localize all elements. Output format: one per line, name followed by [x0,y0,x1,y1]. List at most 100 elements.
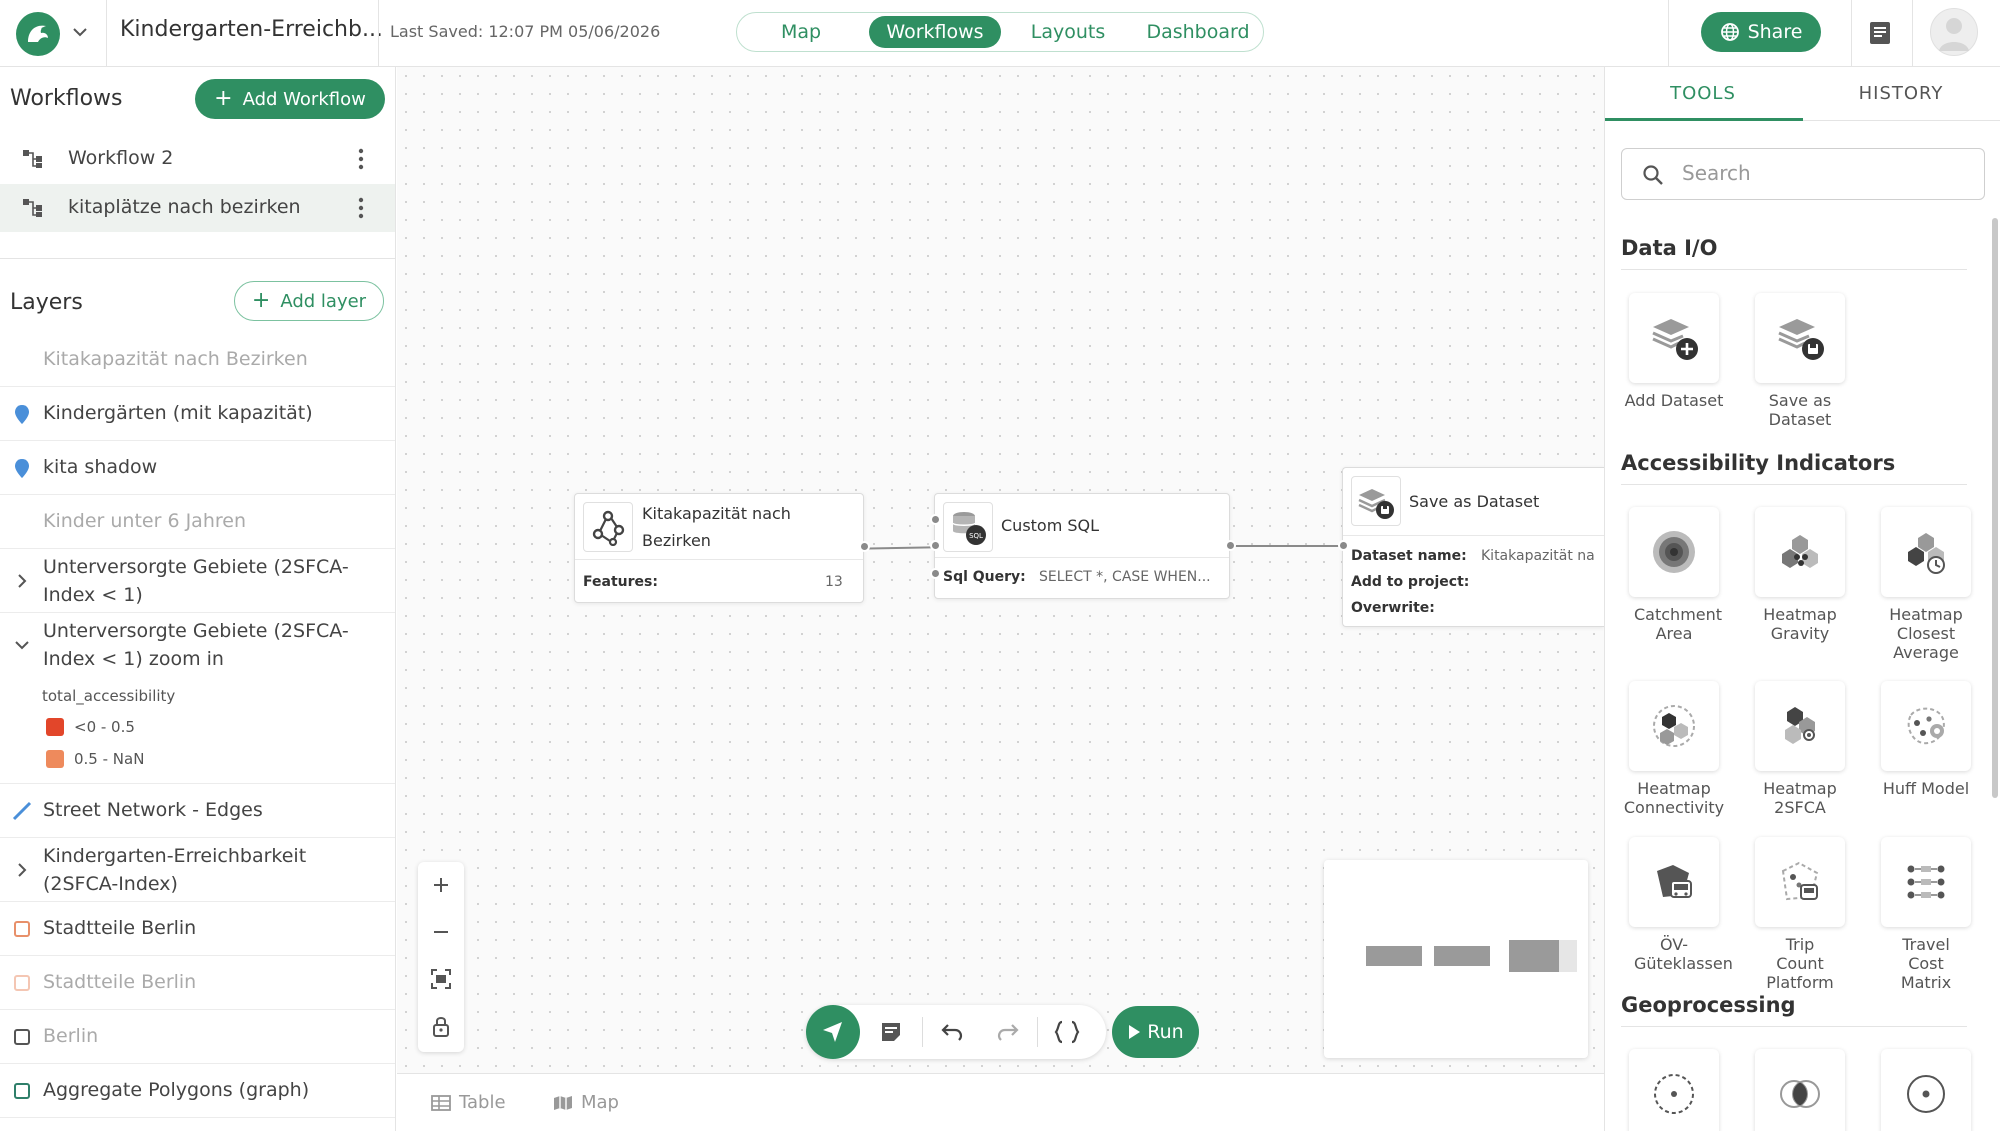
trip-count-icon [1755,837,1845,927]
add-workflow-button[interactable]: + Add Workflow [195,79,385,119]
toolbar-divider [922,1017,923,1047]
workflow-item[interactable]: Workflow 2 [0,135,395,183]
layer-item[interactable]: Unterversorgte Gebiete (2SFCA-Index < 1)… [0,613,395,677]
tool-oev-gueteklassen[interactable]: ÖV-Güteklassen [1619,837,1733,973]
node-source-layer[interactable]: Kitakapazität nach Bezirken Features: 13 [574,493,870,603]
more-options-icon[interactable] [357,147,365,171]
layer-item[interactable]: Stadtteile Berlin [0,956,395,1010]
input-handle[interactable] [1338,540,1349,551]
layer-item[interactable]: Unterversorgte Gebiete (2SFCA-Index < 1) [0,549,395,613]
app-logo-icon[interactable] [16,12,60,56]
workflow-item[interactable]: kitaplätze nach bezirken [0,184,395,232]
tool-huff-model[interactable]: Huff Model [1871,681,1981,798]
tool-add-dataset[interactable]: Add Dataset [1619,293,1729,410]
note-icon[interactable] [876,1017,906,1047]
tab-history[interactable]: HISTORY [1803,83,1999,104]
category-title: Accessibility Indicators [1621,451,1896,475]
tool-heatmap-2sfca[interactable]: Heatmap 2SFCA [1745,681,1855,817]
last-saved-text: Last Saved: 12:07 PM 05/06/2026 [390,22,661,41]
polygon-layer-icon [14,921,30,937]
layer-item[interactable]: kita shadow [0,441,395,495]
tool-heatmap-gravity[interactable]: Heatmap Gravity [1745,507,1855,643]
input-handle[interactable] [930,568,941,579]
chevron-right-icon[interactable] [12,571,32,591]
node-custom-sql[interactable]: SQL Custom SQL Sql Query: SELECT *, CASE… [930,493,1236,599]
minimap[interactable] [1324,860,1588,1058]
polygon-layer-icon [14,1083,30,1099]
layer-label: kita shadow [43,456,158,478]
select-tool-icon[interactable] [806,1005,860,1059]
redo-icon[interactable] [993,1017,1023,1047]
tab-map[interactable]: Map [741,16,861,48]
layers-title: Layers [10,290,83,315]
layer-item[interactable]: Kinder unter 6 Jahren [0,495,395,549]
fit-view-icon[interactable] [418,956,464,1002]
tab-layouts[interactable]: Layouts [1005,16,1131,48]
map-label: Map [581,1092,619,1113]
add-layer-button[interactable]: + Add layer [234,281,384,321]
table-toggle[interactable]: Table [431,1092,506,1113]
input-handle[interactable] [930,540,941,551]
sql-query-value: SELECT *, CASE WHEN... [1039,569,1211,585]
layer-item[interactable]: Stadtteile Berlin [0,902,395,956]
tool-heatmap-closest-average[interactable]: Heatmap Closest Average [1871,507,1981,662]
tool-save-dataset[interactable]: Save as Dataset [1745,293,1855,429]
layer-label: Kitakapazität nach Bezirken [43,348,308,370]
minimap-node [1509,940,1559,972]
lock-icon[interactable] [418,1003,464,1049]
legend-label: 0.5 - NaN [74,750,145,768]
run-button[interactable]: Run [1112,1006,1199,1058]
zoom-in-icon[interactable] [418,862,464,908]
tool-intersect[interactable] [1745,1049,1855,1131]
input-handle[interactable] [930,514,941,525]
layer-item[interactable]: Kindergarten-Erreichbarkeit (2SFCA-Index… [0,838,395,902]
zoom-out-icon[interactable] [418,909,464,955]
layer-item[interactable]: Kitakapazität nach Bezirken [0,333,395,387]
documentation-icon[interactable] [1868,20,1892,46]
tab-tools[interactable]: TOOLS [1605,83,1801,104]
tools-search-input[interactable]: Search [1621,148,1985,200]
tab-dashboard[interactable]: Dashboard [1135,16,1261,48]
more-options-icon[interactable] [357,196,365,220]
chevron-down-icon[interactable] [70,22,90,42]
project-title[interactable]: Kindergarten-Erreichb... [120,17,383,42]
share-button[interactable]: Share [1701,12,1821,52]
node-title: Save as Dataset [1409,492,1540,511]
map-toggle[interactable]: Map [553,1092,619,1113]
share-label: Share [1747,21,1803,43]
tool-trip-count-platform[interactable]: Trip Count Platform [1745,837,1855,992]
chevron-right-icon[interactable] [12,860,32,880]
chevron-down-icon[interactable] [12,635,32,655]
tool-heatmap-connectivity[interactable]: Heatmap Connectivity [1619,681,1729,817]
node-title: Kitakapazität nach Bezirken [642,504,791,550]
layer-item[interactable]: Berlin [0,1010,395,1064]
category-divider [1621,1026,1967,1027]
layer-label: Kindergärten (mit kapazität) [43,402,313,424]
tool-centroid[interactable] [1871,1049,1981,1131]
tools-scrollbar[interactable] [1992,218,1998,798]
variables-icon[interactable] [1052,1017,1082,1047]
workflows-title: Workflows [10,86,123,111]
node-save-dataset[interactable]: Save as Dataset Dataset name: Kitakapazi… [1338,467,1604,627]
layer-item[interactable]: Street Network - Edges [0,784,395,838]
layer-item[interactable]: Aggregate Polygons (graph) [0,1064,395,1118]
category-title: Geoprocessing [1621,993,1796,1017]
output-handle[interactable] [1225,540,1236,551]
minimap-viewport [1559,940,1577,972]
add-workflow-label: Add Workflow [242,88,366,110]
layer-item[interactable]: Kindergärten (mit kapazität) [0,387,395,441]
tab-workflows[interactable]: Workflows [869,16,1001,48]
tool-travel-cost-matrix[interactable]: Travel Cost Matrix [1871,837,1981,992]
top-header: Kindergarten-Erreichb... Last Saved: 12:… [0,0,2000,67]
node-title: Custom SQL [1001,516,1100,535]
catchment-area-icon [1629,507,1719,597]
tool-buffer[interactable] [1619,1049,1729,1131]
undo-icon[interactable] [937,1017,967,1047]
workflow-icon [23,199,42,217]
output-handle[interactable] [859,541,870,552]
tools-panel: TOOLS HISTORY Search Data I/O Add Datase… [1604,67,2000,1131]
table-label: Table [459,1092,506,1113]
user-avatar[interactable] [1930,8,1978,56]
search-placeholder: Search [1682,161,1751,185]
tool-catchment-area[interactable]: Catchment Area [1619,507,1729,643]
